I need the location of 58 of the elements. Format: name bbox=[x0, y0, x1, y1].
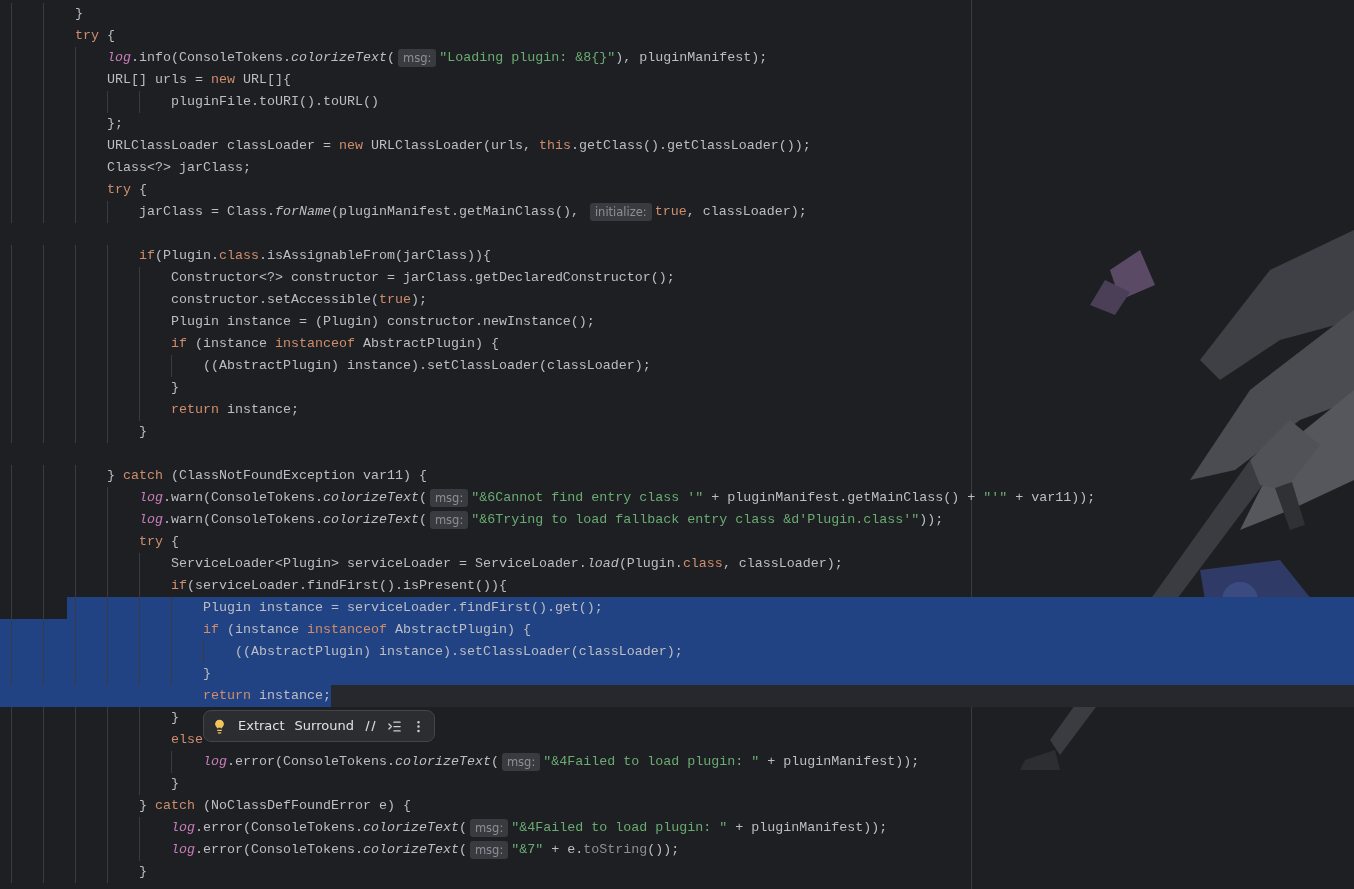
inlay-hint: msg: bbox=[429, 489, 469, 507]
code-text: URL[] urls = new URL[]{ bbox=[105, 71, 291, 89]
code-text: try { bbox=[105, 181, 147, 199]
code-text: else bbox=[169, 731, 203, 749]
code-text: if(Plugin.class.isAssignableFrom(jarClass)){ bbox=[137, 247, 491, 265]
code-text: "Loading plugin: &8{}"), pluginManifest); bbox=[439, 49, 768, 67]
inlay-hint: msg: bbox=[397, 49, 437, 67]
code-text: } catch (NoClassDefFoundError e) { bbox=[137, 797, 411, 815]
code-text: Plugin instance = serviceLoader.findFirst().get(); bbox=[201, 599, 603, 617]
code-text: jarClass = Class.forName(pluginManifest.getMainClass(), bbox=[137, 203, 580, 221]
toolbar-action[interactable]: Surround bbox=[290, 714, 358, 738]
code-text: "&4Failed to load plugin: " + pluginManifest)); bbox=[543, 753, 920, 771]
code-text: } bbox=[137, 863, 147, 881]
code-text: Plugin instance = (Plugin) constructor.newInstance(); bbox=[169, 313, 595, 331]
code-text: } bbox=[169, 709, 179, 727]
code-text: "&7" + e.toString()); bbox=[511, 841, 680, 859]
code-text: ((AbstractPlugin) instance).setClassLoader(classLoader); bbox=[201, 357, 651, 375]
code-text: ((AbstractPlugin) instance).setClassLoader(classLoader); bbox=[233, 643, 683, 661]
code-text: log.error(ConsoleTokens.colorizeText( bbox=[201, 753, 499, 771]
code-text: } bbox=[74, 5, 83, 23]
comment-icon[interactable] bbox=[363, 719, 378, 733]
inlay-hint: initialize: bbox=[589, 203, 652, 221]
indent-icon[interactable] bbox=[386, 718, 402, 734]
code-text: return instance; bbox=[11, 685, 331, 707]
code-text: "&4Failed to load plugin: " + pluginManifest)); bbox=[511, 819, 888, 837]
code-text: "&6Trying to load fallback entry class &d'Plugin.class'")); bbox=[471, 511, 944, 529]
code-text: } bbox=[169, 775, 179, 793]
code-editor[interactable] bbox=[0, 0, 1354, 889]
code-text: }; bbox=[105, 115, 123, 133]
inlay-hint: msg: bbox=[469, 819, 509, 837]
code-text: Constructor<?> constructor = jarClass.getDeclaredConstructor(); bbox=[169, 269, 675, 287]
toolbar-action[interactable]: Extract bbox=[234, 714, 289, 738]
code-text: if(serviceLoader.findFirst().isPresent()){ bbox=[169, 577, 507, 595]
code-text: log.error(ConsoleTokens.colorizeText( bbox=[169, 819, 467, 837]
code-text: ServiceLoader<Plugin> serviceLoader = ServiceLoader.load(Plugin.class, classLoader); bbox=[169, 555, 843, 573]
code-text: log.info(ConsoleTokens.colorizeText( bbox=[105, 49, 395, 67]
lightbulb-icon[interactable] bbox=[212, 718, 227, 734]
code-text: if (instance instanceof AbstractPlugin) { bbox=[169, 335, 499, 353]
code-text: } bbox=[169, 379, 179, 397]
inlay-hint: msg: bbox=[501, 753, 541, 771]
code-text: URLClassLoader classLoader = new URLClassLoader(urls, this.getClass().getClassLoader()); bbox=[105, 137, 811, 155]
code-text: log.warn(ConsoleTokens.colorizeText( bbox=[137, 511, 427, 529]
code-text: pluginFile.toURI().toURL() bbox=[169, 93, 379, 111]
code-text: return instance; bbox=[169, 401, 299, 419]
code-text: log.error(ConsoleTokens.colorizeText( bbox=[169, 841, 467, 859]
code-text: log.warn(ConsoleTokens.colorizeText( bbox=[137, 489, 427, 507]
inlay-hint: msg: bbox=[469, 841, 509, 859]
code-text: try { bbox=[137, 533, 179, 551]
code-text: try { bbox=[74, 27, 115, 45]
code-text: Class<?> jarClass; bbox=[105, 159, 251, 177]
code-text: } bbox=[201, 665, 211, 683]
code-text: } catch (ClassNotFoundException var11) { bbox=[105, 467, 427, 485]
code-text: } bbox=[137, 423, 147, 441]
code-text: "&6Cannot find entry class '" + pluginManifest.getMainClass() + "'" + var11)); bbox=[471, 489, 1096, 507]
code-text: constructor.setAccessible(true); bbox=[169, 291, 427, 309]
code-text: true, classLoader); bbox=[654, 203, 807, 221]
inlay-hint: msg: bbox=[429, 511, 469, 529]
code-text: if (instance instanceof AbstractPlugin) { bbox=[201, 621, 531, 639]
